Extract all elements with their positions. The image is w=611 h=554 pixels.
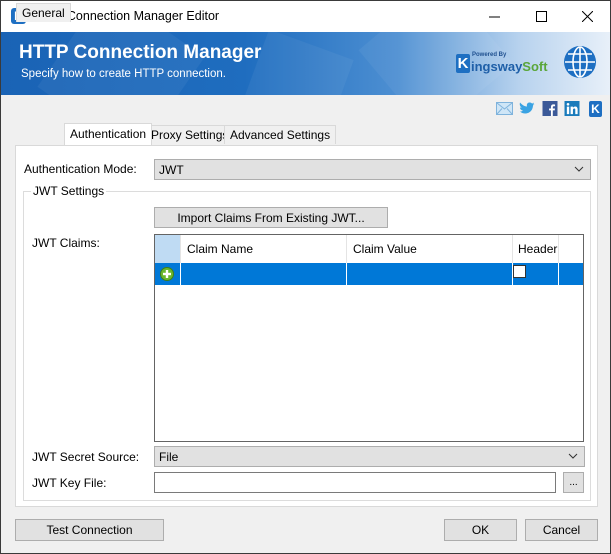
- facebook-icon[interactable]: [542, 101, 558, 116]
- authentication-mode-label: Authentication Mode:: [24, 162, 137, 176]
- jwt-claims-label: JWT Claims:: [32, 236, 100, 250]
- tab-advanced-settings[interactable]: Advanced Settings: [224, 125, 337, 144]
- claim-value-cell[interactable]: [347, 263, 513, 285]
- maximize-icon: [535, 11, 547, 22]
- header-checkbox[interactable]: [513, 265, 526, 278]
- twitter-icon[interactable]: [519, 101, 536, 116]
- chevron-down-icon: [574, 166, 584, 172]
- add-row-icon: [160, 267, 174, 281]
- column-header-claim-name[interactable]: Claim Name: [181, 235, 347, 263]
- banner-subtitle: Specify how to create HTTP connection.: [21, 68, 226, 80]
- minimize-button[interactable]: [471, 1, 517, 32]
- email-icon[interactable]: [496, 101, 513, 116]
- globe-icon[interactable]: [563, 45, 597, 79]
- jwt-settings-title: JWT Settings: [31, 184, 107, 198]
- jwt-secret-source-select[interactable]: File: [154, 446, 585, 467]
- header-banner: HTTP Connection Manager Specify how to c…: [1, 32, 610, 95]
- column-header-header[interactable]: Header: [513, 235, 559, 263]
- import-claims-button[interactable]: Import Claims From Existing JWT...: [154, 207, 388, 228]
- ok-button[interactable]: OK: [444, 519, 517, 541]
- row-header-cell: [155, 263, 181, 285]
- claim-name-cell[interactable]: [181, 263, 347, 285]
- kingswaysoft-icon[interactable]: K: [589, 101, 602, 117]
- close-icon: [581, 11, 593, 22]
- tab-general[interactable]: General: [16, 3, 71, 22]
- authentication-mode-select[interactable]: JWT: [154, 159, 591, 180]
- authentication-mode-value: JWT: [159, 163, 184, 177]
- jwt-key-file-input[interactable]: [154, 472, 556, 493]
- tab-authentication[interactable]: Authentication: [64, 123, 153, 145]
- jwt-secret-source-value: File: [159, 450, 179, 464]
- cancel-button[interactable]: Cancel: [525, 519, 598, 541]
- close-button[interactable]: [564, 1, 610, 32]
- browse-button[interactable]: ...: [563, 472, 584, 493]
- test-connection-button[interactable]: Test Connection: [15, 519, 164, 541]
- chevron-down-icon: [568, 453, 578, 459]
- minimize-icon: [488, 16, 500, 18]
- title-bar: K HTTP Connection Manager Editor: [1, 1, 610, 32]
- dialog-window: K HTTP Connection Manager Editor HTTP Co…: [0, 0, 611, 554]
- grid-corner-header: [155, 235, 181, 263]
- jwt-key-file-label: JWT Key File:: [32, 476, 107, 490]
- banner-title: HTTP Connection Manager: [19, 42, 262, 63]
- jwt-secret-source-label: JWT Secret Source:: [32, 450, 140, 464]
- maximize-button[interactable]: [518, 1, 564, 32]
- tab-proxy-settings[interactable]: Proxy Settings: [145, 125, 235, 144]
- kingswaysoft-logo: K Powered By ingswaySoft: [456, 52, 548, 74]
- column-header-claim-value[interactable]: Claim Value: [347, 235, 513, 263]
- linkedin-icon[interactable]: [564, 101, 580, 116]
